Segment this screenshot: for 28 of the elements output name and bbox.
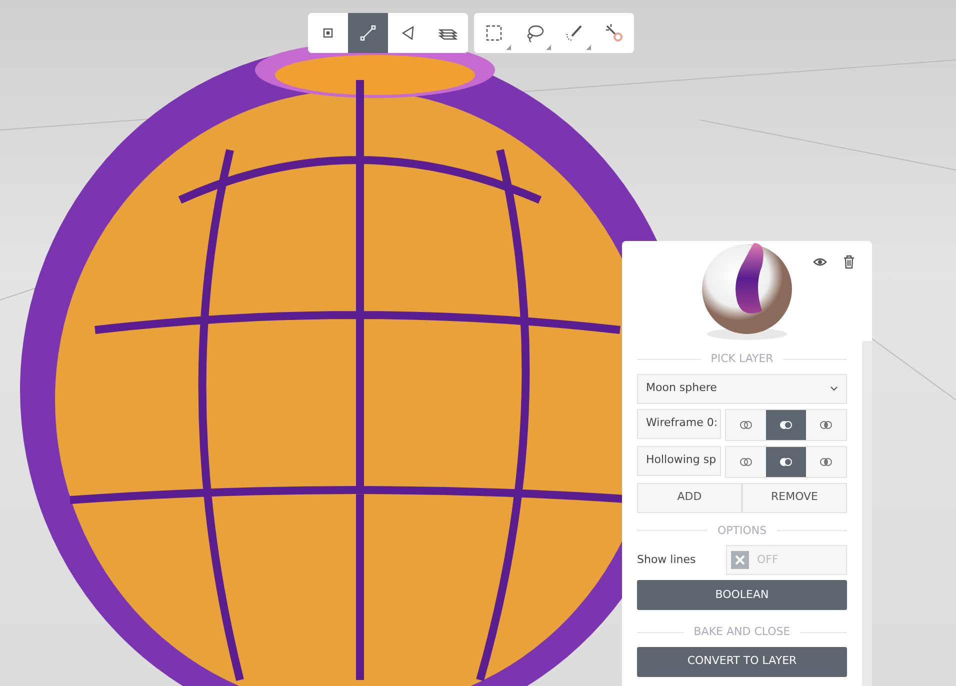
- toggle-state-text: OFF: [757, 552, 778, 568]
- show-lines-label: Show lines: [637, 552, 697, 568]
- convert-to-layer-button[interactable]: CONVERT TO LAYER: [637, 646, 847, 676]
- section-heading: PICK LAYER: [710, 351, 774, 367]
- difference-icon: [778, 420, 794, 430]
- chevron-down-icon: [830, 386, 838, 391]
- tool-button[interactable]: [474, 13, 514, 53]
- layer-dropdown[interactable]: Moon sphere: [637, 374, 847, 404]
- magic-wand-icon: [603, 22, 625, 44]
- boolean-button[interactable]: BOOLEAN: [637, 580, 847, 610]
- layer-name-field[interactable]: Hollowing sp: [637, 446, 721, 476]
- difference-icon: [778, 456, 794, 466]
- boolean-mode-button[interactable]: [766, 446, 806, 476]
- intersection-icon: [818, 420, 834, 430]
- trash-icon[interactable]: [843, 255, 855, 269]
- union-icon: [738, 420, 754, 430]
- layer-name-field[interactable]: Wireframe 0:: [637, 408, 721, 438]
- section-heading: BAKE AND CLOSE: [694, 624, 790, 640]
- scrollbar[interactable]: [862, 341, 872, 686]
- close-icon: [731, 551, 749, 569]
- union-icon: [738, 456, 754, 466]
- eye-icon[interactable]: [813, 257, 827, 267]
- tool-button[interactable]: [348, 13, 388, 53]
- section-heading: OPTIONS: [717, 522, 767, 538]
- remove-button[interactable]: REMOVE: [742, 482, 847, 512]
- intersection-icon: [818, 456, 834, 466]
- add-button[interactable]: ADD: [637, 482, 742, 512]
- boolean-mode-button[interactable]: [766, 410, 806, 440]
